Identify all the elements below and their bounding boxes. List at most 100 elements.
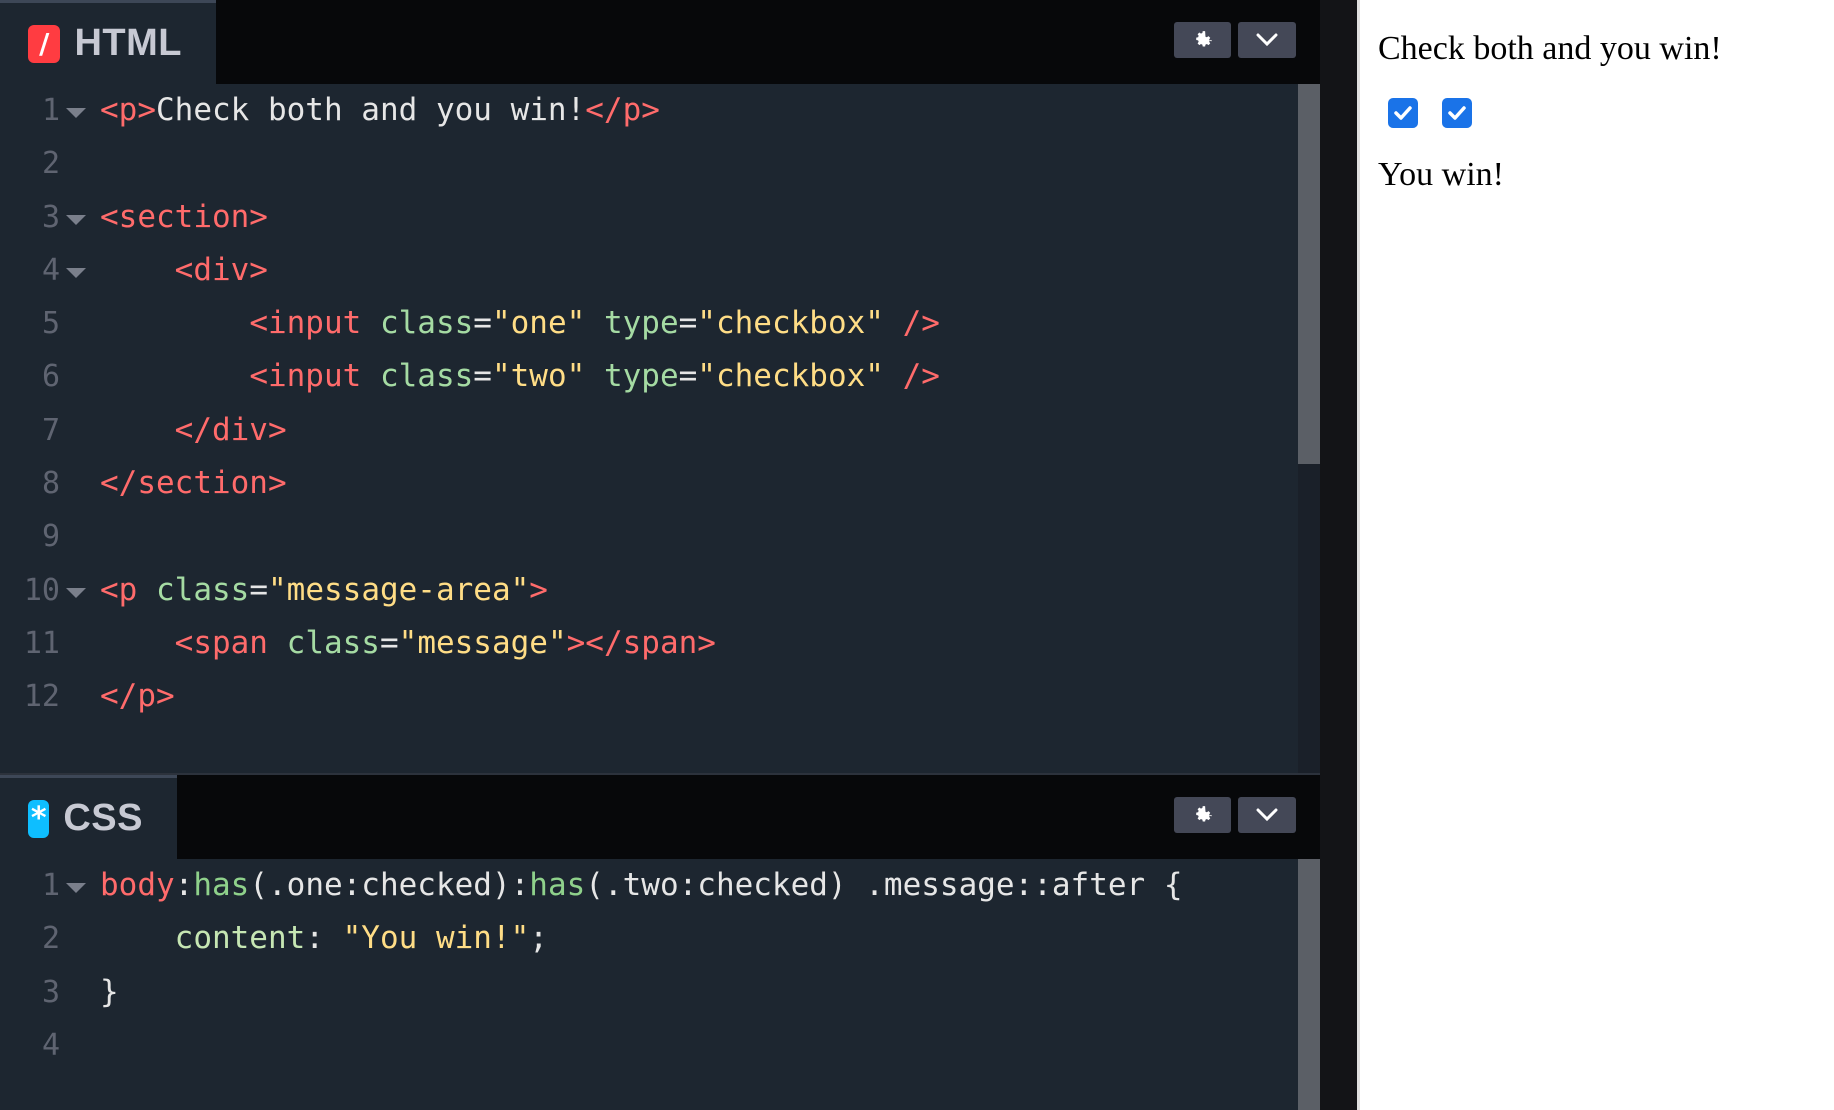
- code-token: "message": [398, 624, 567, 661]
- code-line[interactable]: 3 <section>: [0, 191, 1300, 244]
- css-scrollbar[interactable]: [1298, 859, 1320, 1110]
- code-token: "two": [491, 358, 586, 395]
- preview-message: You win!: [1378, 156, 1504, 193]
- code-line[interactable]: 10 <p class="message-area">: [0, 564, 1300, 617]
- code-line[interactable]: 1 <p>Check both and you win!</p>: [0, 84, 1300, 137]
- line-number: 6: [41, 359, 60, 395]
- code-token: </section>: [100, 465, 287, 502]
- line-number: 10: [23, 572, 60, 608]
- code-token: />: [902, 305, 940, 342]
- code-line[interactable]: 8 </section>: [0, 457, 1300, 510]
- html-tab-label: HTML: [74, 22, 182, 64]
- code-line[interactable]: 4 <div>: [0, 244, 1300, 297]
- preview-pane: Check both and you win! You win!: [1357, 0, 1834, 1110]
- code-token: </div>: [174, 411, 287, 448]
- line-number: 3: [41, 974, 60, 1010]
- html-slash-icon: /: [28, 24, 61, 63]
- code-token: =: [678, 358, 698, 395]
- gear-icon: [1195, 806, 1212, 822]
- code-token: has: [193, 867, 250, 903]
- css-code-area[interactable]: 1 body:has(.one:checked):has(.two:checked…: [0, 859, 1300, 1072]
- code-text: </p>: [100, 678, 175, 714]
- code-token: "checkbox": [697, 305, 884, 342]
- code-line[interactable]: 3}: [0, 966, 1300, 1019]
- code-text: <p>Check both and you win!</p>: [100, 92, 660, 128]
- css-settings-button[interactable]: [1174, 797, 1231, 833]
- html-scrollbar-thumb[interactable]: [1298, 84, 1320, 464]
- code-line[interactable]: 4: [0, 1019, 1300, 1072]
- code-line[interactable]: 12 </p>: [0, 670, 1300, 723]
- code-line[interactable]: 7 </div>: [0, 404, 1300, 457]
- code-token: >: [529, 571, 548, 608]
- code-line[interactable]: 2: [0, 137, 1300, 190]
- code-line[interactable]: 2 content: "You win!";: [0, 912, 1300, 965]
- code-text: }: [100, 974, 119, 1010]
- resize-gutter[interactable]: [1320, 0, 1357, 1110]
- line-number: 9: [41, 519, 60, 555]
- code-text: <div>: [100, 252, 268, 288]
- css-panel-header: * CSS: [0, 775, 1320, 859]
- checkbox-two[interactable]: [1442, 98, 1472, 128]
- css-scrollbar-thumb[interactable]: [1298, 859, 1320, 1110]
- fold-arrow-icon[interactable]: [66, 587, 86, 598]
- html-collapse-button[interactable]: [1238, 22, 1296, 58]
- fold-arrow-icon[interactable]: [66, 267, 86, 278]
- html-tab[interactable]: / HTML: [0, 0, 216, 84]
- fold-arrow-icon[interactable]: [66, 108, 86, 118]
- code-token: (.one:checked):: [249, 867, 530, 903]
- css-collapse-button[interactable]: [1238, 797, 1296, 833]
- fold-arrow-icon[interactable]: [66, 883, 86, 893]
- code-line[interactable]: 6 <input class="two" type="checkbox" />: [0, 350, 1300, 403]
- html-editor-panel: / HTML 1 <p>Check both and you win!</p> 2 3…: [0, 0, 1320, 775]
- code-text: body:has(.one:checked):has(.two:checked)…: [100, 867, 1183, 903]
- editor-column: / HTML 1 <p>Check both and you win!</p> 2 3…: [0, 0, 1320, 1110]
- checkmark-icon: [1394, 106, 1412, 120]
- html-settings-button[interactable]: [1174, 22, 1231, 58]
- code-token: :: [305, 920, 343, 957]
- code-token: <input: [249, 358, 362, 395]
- code-text: <section>: [100, 199, 268, 235]
- code-line[interactable]: 11 <span class="message"></span>: [0, 617, 1300, 670]
- code-token: =: [678, 305, 698, 342]
- code-token: "one": [491, 305, 586, 342]
- html-code-area[interactable]: 1 <p>Check both and you win!</p> 2 3 <sectio…: [0, 84, 1300, 724]
- code-token: content: [174, 920, 306, 957]
- code-token: has: [529, 867, 586, 903]
- code-token: :: [174, 867, 194, 903]
- code-token: =: [249, 571, 268, 608]
- code-line[interactable]: 9: [0, 510, 1300, 563]
- line-number: 2: [41, 921, 60, 957]
- line-number: 1: [41, 93, 60, 128]
- code-line[interactable]: 1 body:has(.one:checked):has(.two:checked…: [0, 859, 1300, 912]
- code-token: <p>: [100, 92, 156, 128]
- line-number: 4: [41, 252, 60, 288]
- css-tab[interactable]: * CSS: [0, 775, 177, 859]
- line-number: 5: [41, 306, 60, 342]
- code-text: <span class="message"></span>: [100, 625, 716, 661]
- line-number: 12: [23, 679, 60, 715]
- code-token: type: [603, 358, 679, 395]
- code-token: </p>: [585, 92, 660, 128]
- line-number: 11: [23, 625, 60, 661]
- code-text: <p class="message-area">: [100, 572, 548, 608]
- fold-arrow-icon[interactable]: [66, 214, 86, 225]
- line-number: 1: [41, 868, 60, 903]
- checkbox-one[interactable]: [1388, 98, 1418, 128]
- code-text: <input class="two" type="checkbox" />: [100, 358, 940, 394]
- code-token: class: [379, 305, 474, 342]
- code-token: "checkbox": [697, 358, 884, 395]
- code-token: (.two:checked) .message::after {: [585, 867, 1183, 903]
- html-scrollbar[interactable]: [1298, 84, 1320, 775]
- code-line[interactable]: 5 <input class="one" type="checkbox" />: [0, 297, 1300, 350]
- preview-heading: Check both and you win!: [1378, 30, 1722, 67]
- code-token: "message-area": [268, 571, 530, 608]
